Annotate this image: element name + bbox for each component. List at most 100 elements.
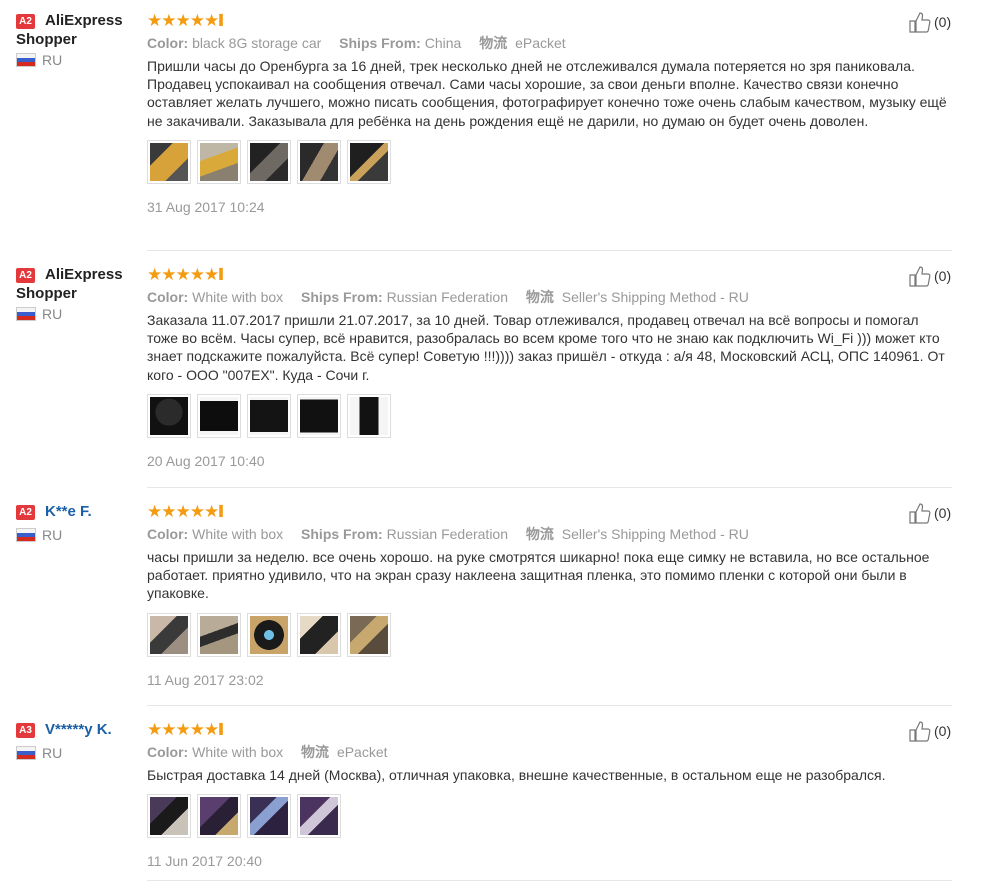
star-icon: ★ [161, 720, 176, 739]
order-info: Color: White with box 物流 ePacket [147, 742, 947, 762]
reviewer-country: RU [16, 52, 141, 68]
review-photo-thumbnail[interactable] [147, 139, 191, 184]
order-info: Color: White with box Ships From: Russia… [147, 524, 947, 544]
country-code: RU [42, 52, 63, 68]
review-photo-thumbnail[interactable] [197, 139, 241, 184]
review-photo-thumbnail[interactable] [297, 139, 341, 184]
color-label: Color: [147, 526, 189, 542]
star-icon: ★ [147, 720, 162, 739]
ships-from-label: Ships From: [301, 289, 383, 305]
star-fragment-icon: ▌ [219, 724, 226, 735]
order-info: Color: black 8G storage car Ships From: … [147, 33, 947, 53]
russia-flag-icon [16, 307, 36, 321]
review-divider [147, 487, 952, 488]
reviewer-name[interactable]: K**e F. [45, 502, 141, 521]
ships-from-value: Russian Federation [386, 526, 509, 542]
review-text: Заказала 11.07.2017 пришли 21.07.2017, з… [147, 312, 945, 383]
review-photo-thumbnail[interactable] [347, 393, 391, 438]
thumbs-up-icon [909, 266, 931, 287]
reviewer-name-line2: Shopper [16, 31, 77, 48]
review-date: 31 Aug 2017 10:24 [147, 198, 265, 215]
review-photo-thumbnail[interactable] [247, 612, 291, 657]
star-fragment-icon: ▌ [219, 506, 226, 517]
thumbs-up-icon [909, 12, 931, 33]
review-photo-thumbnail[interactable] [297, 794, 341, 839]
buyer-level-badge: A2 [16, 268, 35, 283]
star-icon: ★ [204, 502, 219, 521]
reviewer-country: RU [16, 527, 141, 543]
review-photo-thumbnail[interactable] [147, 393, 191, 438]
reviewer-name: AliExpress [45, 266, 123, 283]
reviewer-name: AliExpress [45, 12, 123, 29]
logistics-value: Seller's Shipping Method - RU [561, 289, 749, 305]
reviewer-name[interactable]: V*****y K. [45, 720, 141, 739]
helpful-count: (0) [934, 268, 952, 284]
helpful-button[interactable]: (0) [908, 11, 951, 33]
star-icon: ★ [147, 11, 162, 30]
review-text: Быстрая доставка 14 дней (Москва), отлич… [147, 767, 886, 783]
star-icon: ★ [175, 720, 191, 739]
star-icon: ★ [189, 502, 205, 521]
review-photo-thumbnail[interactable] [247, 139, 291, 184]
reviewer-country: RU [16, 745, 141, 761]
review-divider [147, 705, 952, 706]
star-fragment-icon: ▌ [219, 269, 226, 280]
buyer-level-badge: A2 [16, 505, 35, 520]
review-photo-thumbnail[interactable] [297, 612, 341, 657]
review-photo-thumbnail[interactable] [347, 139, 391, 184]
thumbs-up-icon [909, 721, 931, 742]
helpful-button[interactable]: (0) [908, 720, 951, 742]
review-photo-thumbnail[interactable] [147, 612, 191, 657]
country-code: RU [42, 745, 63, 761]
rating-stars: ★ ★ ★ ★ ★ ▌ [147, 720, 947, 739]
review-photos [147, 794, 947, 839]
star-icon: ★ [147, 265, 162, 284]
review-photo-thumbnail[interactable] [147, 794, 191, 839]
star-icon: ★ [189, 11, 205, 30]
review-text: Пришли часы до Оренбурга за 16 дней, тре… [147, 58, 947, 129]
review-photo-thumbnail[interactable] [197, 794, 241, 839]
buyer-level-badge: A2 [16, 14, 35, 29]
review-photo-thumbnail[interactable] [247, 794, 291, 839]
logistics-value: ePacket [336, 744, 388, 760]
review-date: 20 Aug 2017 10:40 [147, 452, 265, 469]
color-value: black 8G storage car [192, 35, 322, 51]
logistics-value: ePacket [515, 35, 566, 51]
review-photos [147, 139, 947, 184]
russia-flag-icon [16, 746, 36, 760]
rating-stars: ★ ★ ★ ★ ★ ▌ [147, 265, 947, 284]
review-photo-thumbnail[interactable] [247, 393, 291, 438]
rating-stars: ★ ★ ★ ★ ★ ▌ [147, 11, 947, 30]
review-photo-thumbnail[interactable] [197, 393, 241, 438]
logistics-value: Seller's Shipping Method - RU [561, 526, 749, 542]
review-divider [147, 880, 952, 881]
ships-from-label: Ships From: [301, 526, 383, 542]
helpful-button[interactable]: (0) [908, 502, 951, 524]
review-divider [147, 250, 952, 251]
helpful-button[interactable]: (0) [908, 265, 951, 287]
color-value: White with box [192, 526, 284, 542]
russia-flag-icon [16, 53, 36, 67]
review-text: часы пришли за неделю. все очень хорошо.… [147, 549, 930, 602]
review-photos [147, 393, 947, 438]
star-icon: ★ [175, 502, 191, 521]
review-photo-thumbnail[interactable] [297, 393, 341, 438]
star-icon: ★ [204, 720, 219, 739]
star-icon: ★ [175, 265, 191, 284]
reviewer-info: A2 AliExpress Shopper RU [16, 265, 141, 322]
review-photo-thumbnail[interactable] [197, 612, 241, 657]
color-label: Color: [147, 35, 189, 51]
color-label: Color: [147, 744, 189, 760]
rating-stars: ★ ★ ★ ★ ★ ▌ [147, 502, 947, 521]
review-photo-thumbnail[interactable] [347, 612, 391, 657]
country-code: RU [42, 306, 63, 322]
reviewer-info: A2 AliExpress Shopper RU [16, 11, 141, 68]
review-photos [147, 612, 947, 657]
buyer-level-badge: A3 [16, 723, 35, 738]
color-value: White with box [192, 744, 284, 760]
ships-from-value: Russian Federation [386, 289, 509, 305]
reviewer-country: RU [16, 306, 141, 322]
star-fragment-icon: ▌ [219, 15, 226, 26]
russia-flag-icon [16, 528, 36, 542]
star-icon: ★ [161, 265, 176, 284]
